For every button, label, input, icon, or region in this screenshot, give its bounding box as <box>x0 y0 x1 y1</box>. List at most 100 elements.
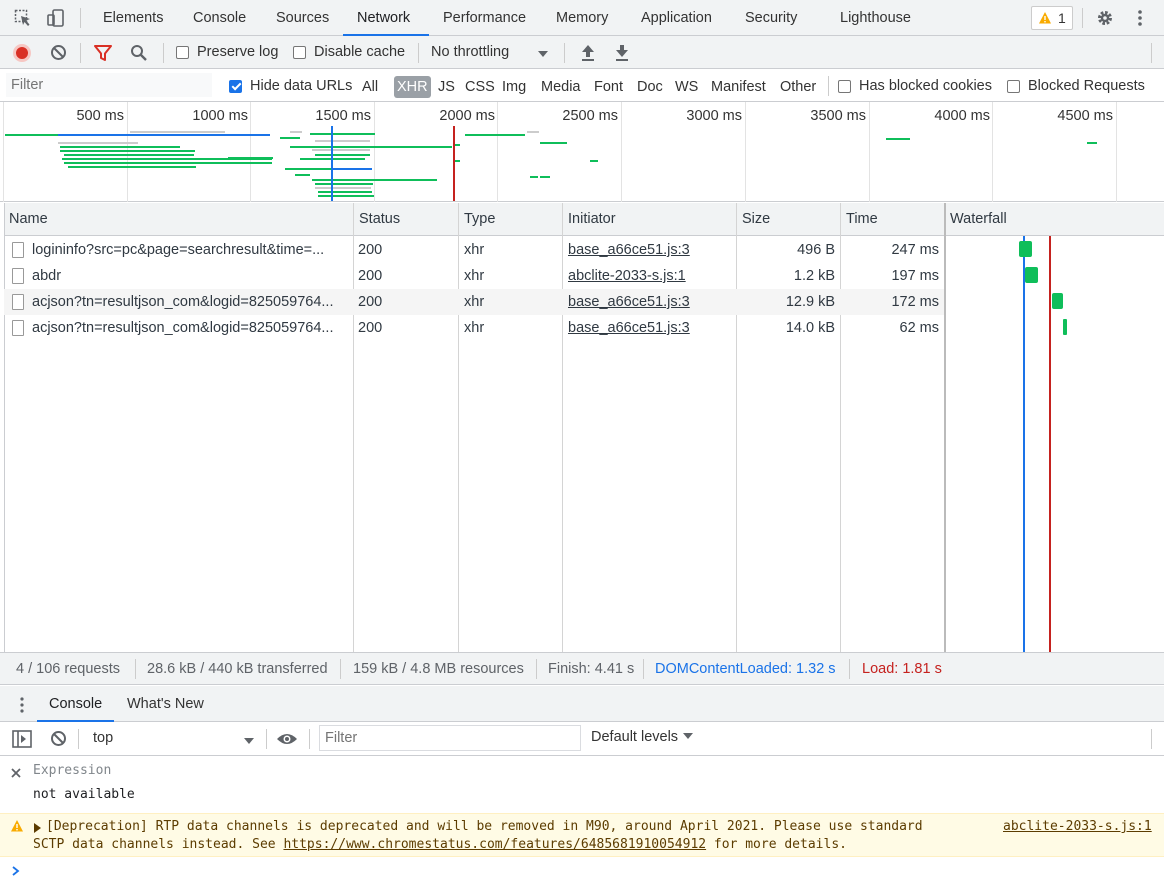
settings-gear-icon[interactable] <box>1096 9 1114 31</box>
preserve-log-checkbox[interactable]: Preserve log <box>176 44 278 60</box>
table-row[interactable]: acjson?tn=resultjson_com&logid=825059764… <box>4 315 944 341</box>
hide-data-urls-checkbox[interactable]: Hide data URLs <box>229 78 352 94</box>
warning-icon <box>10 819 24 837</box>
tab-network[interactable]: Network <box>343 0 429 36</box>
summary-requests: 4 / 106 requests <box>16 661 120 677</box>
tab-lighthouse[interactable]: Lighthouse <box>840 0 911 36</box>
column-initiator[interactable]: Initiator <box>563 203 616 236</box>
waterfall-bar[interactable] <box>1019 241 1032 257</box>
tab-console[interactable]: Console <box>193 0 246 36</box>
request-size: 14.0 kB <box>785 320 835 336</box>
network-toolbar: Preserve log Disable cache No throttling <box>0 36 1164 69</box>
chromestatus-link[interactable]: https://www.chromestatus.com/features/64… <box>283 837 706 852</box>
tab-sources[interactable]: Sources <box>276 0 329 36</box>
type-filter-all[interactable]: All <box>362 76 378 98</box>
log-levels-select[interactable]: Default levels <box>591 729 694 745</box>
context-select[interactable]: top <box>87 726 263 752</box>
request-status: 200 <box>358 294 383 310</box>
warning-source-link[interactable]: abclite-2033-s.js:1 <box>1003 819 1152 834</box>
load-marker <box>453 126 455 201</box>
expand-triangle-icon[interactable] <box>34 821 41 837</box>
tab-memory[interactable]: Memory <box>556 0 608 36</box>
type-filter-xhr[interactable]: XHR <box>394 76 431 98</box>
type-filter-font[interactable]: Font <box>594 76 623 98</box>
type-filter-doc[interactable]: Doc <box>637 76 663 98</box>
clear-console-icon[interactable] <box>50 730 67 751</box>
console-prompt-chevron-icon[interactable] <box>12 864 20 880</box>
warning-counter[interactable]: 1 <box>1031 6 1073 30</box>
throttling-select[interactable]: No throttling <box>431 44 551 60</box>
waterfall-bar[interactable] <box>1063 319 1067 335</box>
waterfall-bar[interactable] <box>1052 293 1063 309</box>
column-status[interactable]: Status <box>354 203 400 236</box>
summary-resources: 159 kB / 4.8 MB resources <box>353 661 524 677</box>
request-initiator-link[interactable]: abclite-2033-s.js:1 <box>568 263 686 289</box>
table-row[interactable]: abdr 200 xhr abclite-2033-s.js:1 1.2 kB … <box>4 263 944 289</box>
live-expression-eye-icon[interactable] <box>276 731 298 751</box>
overview-tick-label: 1500 ms <box>315 108 371 124</box>
overview-tick-label: 1000 ms <box>192 108 248 124</box>
overview-tick-label: 2500 ms <box>562 108 618 124</box>
table-row[interactable]: logininfo?src=pc&page=searchresult&time=… <box>4 237 944 263</box>
summary-finish: Finish: 4.41 s <box>548 661 635 677</box>
file-icon <box>12 294 24 310</box>
request-initiator-link[interactable]: base_a66ce51.js:3 <box>568 237 690 263</box>
filter-input[interactable] <box>6 73 212 97</box>
overview-tick-label: 4000 ms <box>934 108 990 124</box>
sidebar-toggle-icon[interactable] <box>12 730 32 752</box>
export-har-icon[interactable] <box>614 44 630 66</box>
column-size[interactable]: Size <box>737 203 770 236</box>
table-row[interactable]: acjson?tn=resultjson_com&logid=825059764… <box>4 289 944 315</box>
type-filter-css[interactable]: CSS <box>465 76 495 98</box>
has-blocked-cookies-checkbox[interactable]: Has blocked cookies <box>838 78 992 94</box>
warning-text-line2: SCTP data channels instead. See https://… <box>33 837 847 852</box>
type-filter-media[interactable]: Media <box>541 76 581 98</box>
filter-funnel-icon[interactable] <box>94 44 112 66</box>
import-har-icon[interactable] <box>580 44 596 66</box>
request-type: xhr <box>464 294 485 310</box>
column-name[interactable]: Name <box>4 203 48 236</box>
blocked-requests-checkbox[interactable]: Blocked Requests <box>1007 78 1145 94</box>
inspect-element-icon[interactable] <box>14 9 32 31</box>
waterfall-dcl-line <box>1023 236 1025 652</box>
disable-cache-checkbox[interactable]: Disable cache <box>293 44 405 60</box>
type-filter-js[interactable]: JS <box>438 76 455 98</box>
drawer-tab-whats-new[interactable]: What's New <box>127 686 204 722</box>
clear-icon[interactable] <box>50 44 67 65</box>
request-status: 200 <box>358 320 383 336</box>
remove-expression-icon[interactable] <box>11 766 21 782</box>
tab-application[interactable]: Application <box>641 0 712 36</box>
more-options-icon[interactable] <box>1136 9 1144 31</box>
tab-security[interactable]: Security <box>745 0 797 36</box>
type-filter-other[interactable]: Other <box>780 76 816 98</box>
waterfall-bar[interactable] <box>1025 267 1038 283</box>
type-filter-ws[interactable]: WS <box>675 76 698 98</box>
console-filter-input[interactable] <box>319 725 581 751</box>
tab-performance[interactable]: Performance <box>443 0 526 36</box>
drawer-tab-console[interactable]: Console <box>37 686 115 722</box>
column-time[interactable]: Time <box>841 203 878 236</box>
tab-elements[interactable]: Elements <box>103 0 163 36</box>
request-size: 12.9 kB <box>785 294 835 310</box>
network-summary-bar: 4 / 106 requests 28.6 kB / 440 kB transf… <box>0 652 1164 685</box>
record-button[interactable] <box>13 44 31 62</box>
search-icon[interactable] <box>130 44 148 66</box>
drawer-menu-icon[interactable] <box>19 696 25 718</box>
summary-domcontentloaded: DOMContentLoaded: 1.32 s <box>655 661 836 677</box>
overview-tick-label: 3000 ms <box>686 108 742 124</box>
request-initiator-link[interactable]: base_a66ce51.js:3 <box>568 289 690 315</box>
device-toggle-icon[interactable] <box>46 8 66 32</box>
type-filter-img[interactable]: Img <box>502 76 526 98</box>
type-filter-manifest[interactable]: Manifest <box>711 76 766 98</box>
deprecation-warning-message[interactable]: [Deprecation] RTP data channels is depre… <box>0 813 1164 857</box>
drawer-tab-bar: Console What's New <box>0 686 1164 722</box>
request-status: 200 <box>358 242 383 258</box>
request-name: acjson?tn=resultjson_com&logid=825059764… <box>32 320 334 336</box>
request-name: acjson?tn=resultjson_com&logid=825059764… <box>32 294 334 310</box>
column-type[interactable]: Type <box>459 203 495 236</box>
live-expression-label[interactable]: Expression <box>33 763 111 778</box>
request-initiator-link[interactable]: base_a66ce51.js:3 <box>568 315 690 341</box>
request-name: logininfo?src=pc&page=searchresult&time=… <box>32 242 325 258</box>
network-overview[interactable]: 500 ms 1000 ms 1500 ms 2000 ms 2500 ms 3… <box>0 102 1164 202</box>
column-waterfall[interactable]: Waterfall <box>945 203 1007 236</box>
